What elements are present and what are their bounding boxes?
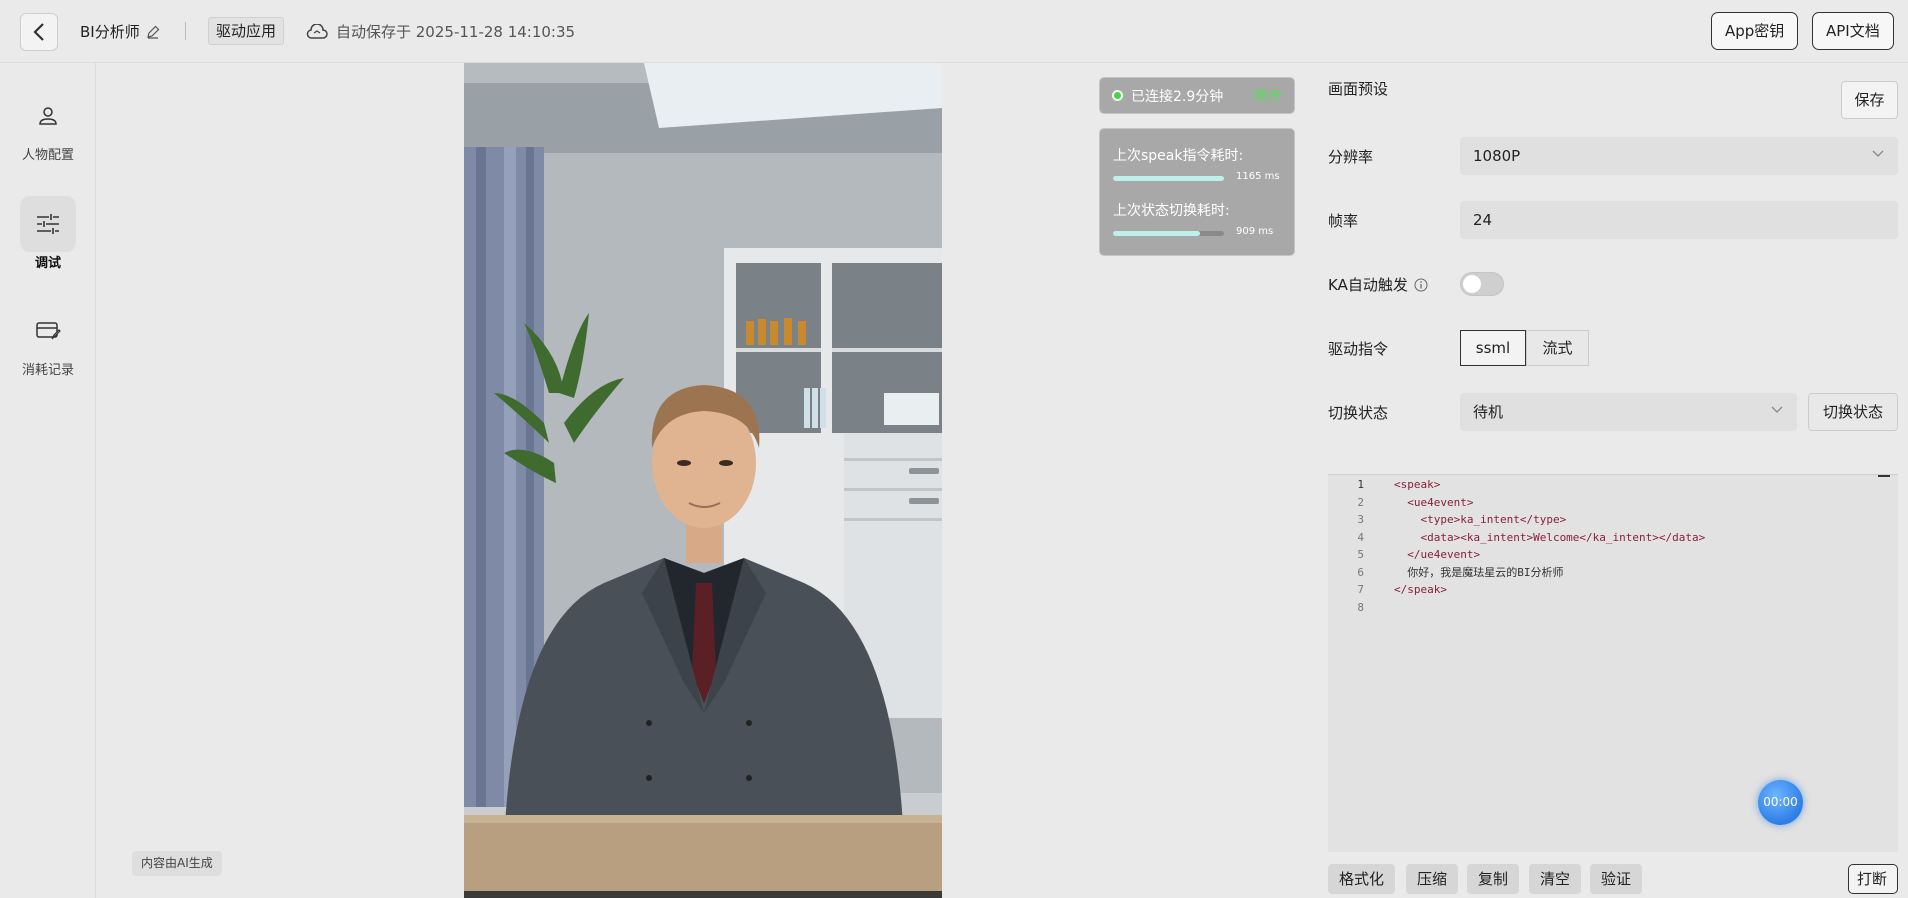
code-line: 3 <type>ka_intent</type>: [1328, 511, 1898, 529]
toggle-knob: [1463, 275, 1481, 293]
top-bar: BI分析师 驱动应用 自动保存于 2025-11-28 14:10:35 App…: [0, 0, 1908, 63]
drive-option-ssml[interactable]: ssml: [1460, 330, 1526, 366]
nav-label: 人物配置: [21, 148, 74, 163]
line-number: 1: [1357, 478, 1364, 491]
chevron-down-icon: [1872, 150, 1884, 157]
nav-item-usage-records[interactable]: 消耗记录: [0, 303, 96, 378]
person-icon: [20, 88, 76, 144]
fps-value: 24: [1473, 211, 1493, 229]
ai-generated-tag: 内容由AI生成: [132, 851, 222, 876]
card-edit-icon: [20, 303, 76, 359]
connection-text: 已连接2.9分钟: [1131, 88, 1224, 105]
app-name: BI分析师: [80, 21, 160, 42]
validate-button[interactable]: 验证: [1590, 864, 1643, 894]
connected-dot-icon: [1112, 90, 1123, 101]
state-latency-value: 909 ms: [1236, 226, 1274, 237]
code-text: </ue4event>: [1394, 548, 1481, 561]
state-latency-label: 上次状态切换耗时:: [1113, 203, 1230, 219]
resolution-label: 分辨率: [1328, 146, 1373, 167]
ka-auto-trigger-label: KA自动触发: [1328, 274, 1428, 295]
speak-latency-label: 上次speak指令耗时:: [1113, 148, 1244, 164]
panel-title: 画面预设: [1328, 80, 1389, 98]
speak-latency-value: 1165 ms: [1236, 171, 1280, 182]
line-number: 3: [1357, 513, 1364, 526]
state-latency-bar: [1113, 231, 1224, 236]
code-text: <speak>: [1394, 478, 1441, 491]
compress-button[interactable]: 压缩: [1406, 864, 1459, 894]
code-line: 7 </speak>: [1328, 581, 1898, 599]
code-line: 2 <ue4event>: [1328, 494, 1898, 512]
line-number: 7: [1357, 583, 1364, 596]
app-key-button[interactable]: App密钥: [1711, 12, 1799, 50]
code-line: 5 </ue4event>: [1328, 546, 1898, 564]
drive-option-stream[interactable]: 流式: [1526, 330, 1589, 366]
ka-auto-trigger-toggle[interactable]: [1460, 272, 1504, 296]
app-name-text: BI分析师: [80, 23, 140, 41]
code-text: <type>ka_intent</type>: [1394, 513, 1567, 526]
nav-item-debug[interactable]: 调试: [0, 196, 96, 271]
avatar-video: [464, 63, 942, 898]
state-select[interactable]: 待机: [1460, 393, 1797, 431]
format-button[interactable]: 格式化: [1328, 864, 1396, 894]
api-doc-button[interactable]: API文档: [1812, 12, 1894, 50]
ka-label-text: KA自动触发: [1328, 276, 1408, 294]
line-number: 6: [1357, 565, 1364, 579]
autosave-text: 自动保存于 2025-11-28 14:10:35: [336, 23, 576, 41]
line-number: 5: [1357, 548, 1364, 561]
nav-item-character-config[interactable]: 人物配置: [0, 88, 96, 163]
nav-label: 消耗记录: [21, 363, 74, 378]
resolution-value: 1080P: [1473, 147, 1521, 165]
resolution-label-text: 分辨率: [1328, 148, 1374, 166]
switch-state-label: 切换状态: [1328, 402, 1388, 423]
pencil-icon[interactable]: [146, 25, 160, 39]
copy-button[interactable]: 复制: [1467, 864, 1520, 894]
sliders-icon: [20, 196, 76, 252]
header-divider: [185, 22, 186, 40]
switch-state-button[interactable]: 切换状态: [1808, 393, 1898, 431]
line-number: 2: [1357, 495, 1364, 509]
code-line: 1 <speak>: [1328, 476, 1898, 494]
code-line: 6 你好，我是魔珐星云的BI分析师: [1328, 564, 1898, 582]
chevron-down-icon: [1771, 406, 1783, 413]
interrupt-button[interactable]: 打断: [1848, 864, 1898, 894]
clear-button[interactable]: 清空: [1529, 864, 1582, 894]
code-line: 8: [1328, 599, 1898, 617]
cloud-icon: [306, 23, 328, 39]
resolution-select[interactable]: 1080P: [1460, 137, 1898, 175]
speak-latency-bar: [1113, 176, 1224, 181]
state-label-text: 切换状态: [1328, 404, 1389, 422]
autosave-status: 自动保存于 2025-11-28 14:10:35: [306, 21, 575, 42]
left-nav: 人物配置 调试 消耗记录: [0, 63, 96, 898]
line-number: 8: [1357, 600, 1364, 614]
speak-latency-fill: [1113, 176, 1224, 181]
disconnect-link[interactable]: 断开: [1254, 86, 1282, 106]
fps-label: 帧率: [1328, 210, 1358, 231]
chevron-left-icon: [33, 23, 44, 41]
recording-timer-button[interactable]: 00:00: [1758, 780, 1803, 825]
nav-label: 调试: [34, 256, 61, 271]
state-latency-fill: [1113, 231, 1200, 236]
ssml-code-editor[interactable]: 1 <speak> 2 <ue4event> 3 <type>ka_intent…: [1328, 474, 1898, 852]
code-text: <data><ka_intent>Welcome</ka_intent></da…: [1394, 530, 1706, 544]
line-number: 4: [1357, 530, 1364, 544]
code-line: 4 <data><ka_intent>Welcome</ka_intent></…: [1328, 529, 1898, 547]
save-button[interactable]: 保存: [1841, 81, 1898, 119]
code-text: 你好，我是魔珐星云的BI分析师: [1394, 565, 1564, 579]
fps-label-text: 帧率: [1328, 212, 1359, 230]
code-text: </speak>: [1394, 583, 1447, 596]
fps-input[interactable]: 24: [1460, 201, 1898, 239]
connection-status: 已连接2.9分钟 断开: [1099, 77, 1295, 114]
avatar-scene: [464, 63, 942, 898]
back-button[interactable]: [20, 13, 58, 51]
latency-metrics: 上次speak指令耗时: 1165 ms 上次状态切换耗时: 909 ms: [1099, 128, 1295, 256]
info-icon[interactable]: [1414, 278, 1428, 292]
drive-cmd-label-text: 驱动指令: [1328, 340, 1389, 358]
drive-command-label: 驱动指令: [1328, 338, 1388, 359]
code-text: <ue4event>: [1394, 495, 1474, 509]
drive-app-tag: 驱动应用: [208, 17, 285, 45]
state-value: 待机: [1473, 403, 1504, 421]
